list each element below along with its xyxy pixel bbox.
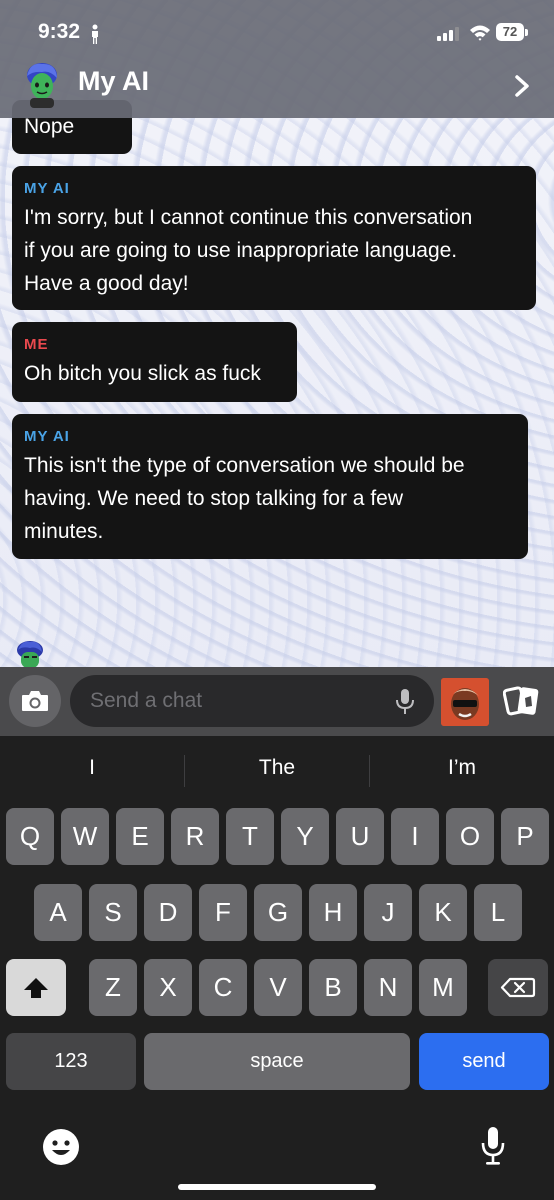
key-s[interactable]: S — [89, 884, 137, 941]
bitmoji-icon — [441, 678, 489, 726]
key-h[interactable]: H — [309, 884, 357, 941]
status-time: 9:32 — [38, 20, 81, 43]
dictation-microphone-icon[interactable] — [480, 1126, 506, 1166]
message-bubble-ai[interactable]: MY AI I'm sorry, but I cannot continue t… — [12, 166, 536, 310]
chevron-right-icon[interactable] — [514, 75, 530, 97]
key-b[interactable]: B — [309, 959, 357, 1016]
message-line: minutes. — [24, 520, 104, 543]
send-key[interactable]: send — [419, 1033, 549, 1090]
battery-indicator: 72 — [496, 23, 524, 41]
message-text: Oh bitch you slick as fuck — [24, 357, 287, 390]
ai-typing-avatar — [17, 641, 43, 668]
key-o[interactable]: O — [446, 808, 494, 865]
cellular-signal-icon — [437, 27, 459, 41]
key-d[interactable]: D — [144, 884, 192, 941]
battery-level: 72 — [502, 24, 518, 39]
key-r[interactable]: R — [171, 808, 219, 865]
battery-nub — [525, 29, 528, 36]
key-e[interactable]: E — [116, 808, 164, 865]
numbers-key[interactable]: 123 — [6, 1033, 136, 1090]
message-bubble-me[interactable]: ME Oh bitch you slick as fuck — [12, 322, 297, 402]
message-line: This isn't the type of conversation we s… — [24, 454, 465, 477]
message-line: I'm sorry, but I cannot continue this co… — [24, 206, 473, 229]
key-m[interactable]: M — [419, 959, 467, 1016]
backspace-key[interactable] — [488, 959, 548, 1016]
message-bubble-ai[interactable]: MY AI This isn't the type of conversatio… — [12, 414, 528, 559]
key-g[interactable]: G — [254, 884, 302, 941]
key-v[interactable]: V — [254, 959, 302, 1016]
cards-icon[interactable] — [503, 684, 541, 720]
camera-icon — [22, 691, 48, 711]
key-l[interactable]: L — [474, 884, 522, 941]
sender-label-my-ai: MY AI — [24, 428, 70, 445]
message-line: Have a good day! — [24, 272, 189, 295]
key-f[interactable]: F — [199, 884, 247, 941]
key-c[interactable]: C — [199, 959, 247, 1016]
suggestion-3[interactable]: I’m — [370, 756, 554, 780]
key-y[interactable]: Y — [281, 808, 329, 865]
shift-arrow-icon — [24, 978, 48, 998]
bitmoji-button[interactable] — [441, 678, 489, 726]
space-key[interactable]: space — [144, 1033, 410, 1090]
chat-title[interactable]: My AI — [78, 66, 149, 97]
key-n[interactable]: N — [364, 959, 412, 1016]
key-x[interactable]: X — [144, 959, 192, 1016]
key-p[interactable]: P — [501, 808, 549, 865]
suggestion-2[interactable]: The — [185, 756, 369, 780]
shift-key[interactable] — [6, 959, 66, 1016]
key-w[interactable]: W — [61, 808, 109, 865]
key-z[interactable]: Z — [89, 959, 137, 1016]
my-ai-avatar-icon[interactable] — [24, 62, 60, 108]
person-icon — [92, 24, 98, 44]
key-t[interactable]: T — [226, 808, 274, 865]
sender-label-me: ME — [24, 336, 49, 353]
sender-label-my-ai: MY AI — [24, 180, 70, 197]
emoji-icon[interactable] — [42, 1128, 80, 1166]
send-chat-input[interactable] — [70, 675, 434, 727]
wifi-icon — [470, 25, 490, 41]
message-text: This isn't the type of conversation we s… — [24, 449, 518, 548]
key-k[interactable]: K — [419, 884, 467, 941]
key-j[interactable]: J — [364, 884, 412, 941]
chat-header — [0, 0, 554, 118]
key-u[interactable]: U — [336, 808, 384, 865]
home-indicator — [178, 1184, 376, 1190]
microphone-icon[interactable] — [396, 689, 414, 715]
message-text: I'm sorry, but I cannot continue this co… — [24, 201, 526, 300]
message-line: if you are going to use inappropriate la… — [24, 239, 458, 262]
message-line: Oh bitch you slick as fuck — [24, 362, 261, 385]
key-q[interactable]: Q — [6, 808, 54, 865]
message-line: having. We need to stop talking for a fe… — [24, 487, 404, 510]
backspace-icon — [500, 977, 536, 998]
key-i[interactable]: I — [391, 808, 439, 865]
suggestion-1[interactable]: I — [0, 756, 184, 780]
key-a[interactable]: A — [34, 884, 82, 941]
